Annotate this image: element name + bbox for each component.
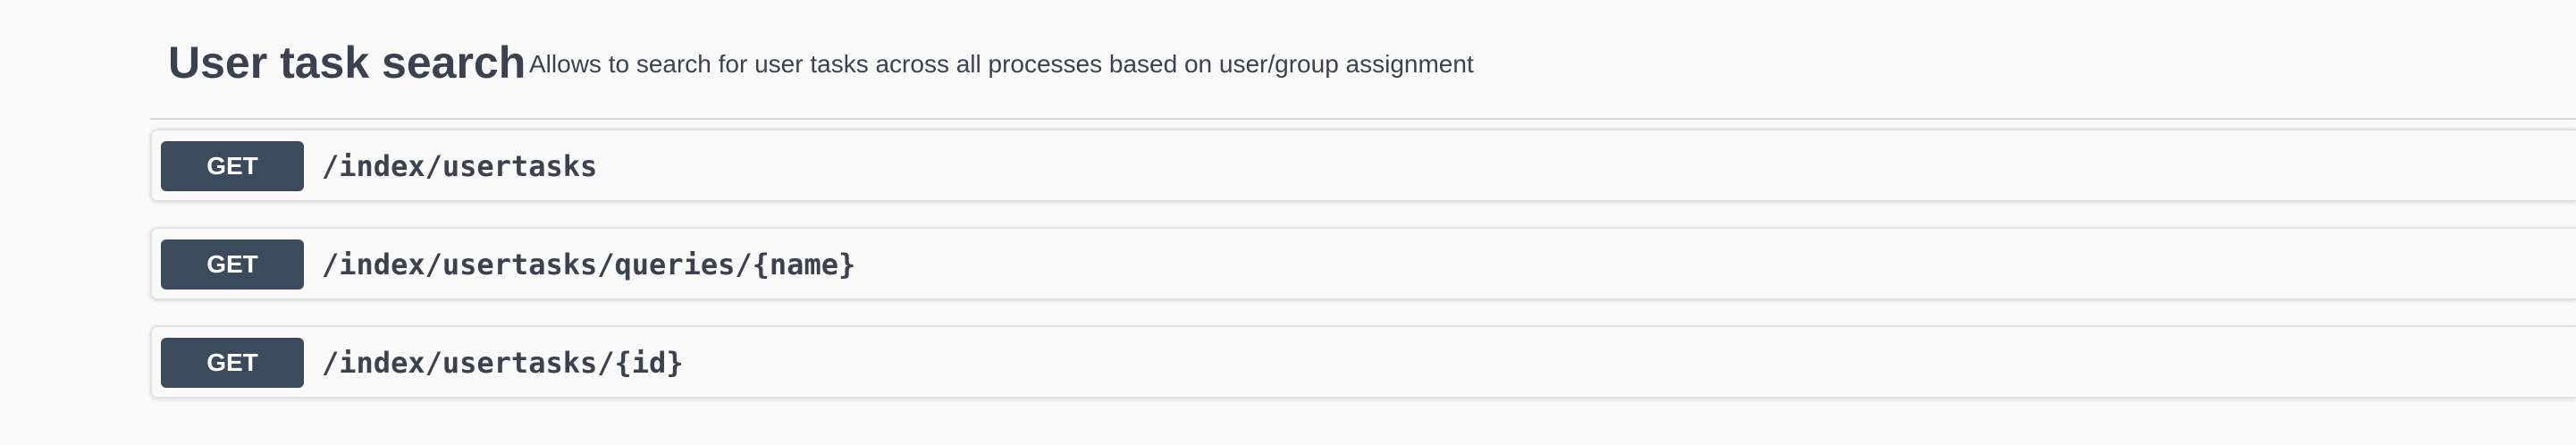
tag-header[interactable]: User task search Allows to search for us… [150,0,2576,120]
operation-get-usertasks[interactable]: GET /index/usertasks [150,129,2576,202]
method-badge: GET [161,239,304,290]
operation-get-usertasks-query[interactable]: GET /index/usertasks/queries/{name} [150,227,2576,300]
tag-title: User task search [168,38,526,88]
operation-path: /index/usertasks [322,149,598,183]
api-tag-section: User task search Allows to search for us… [0,0,2576,445]
tag-description: Allows to search for user tasks across a… [529,50,1474,78]
operation-get-usertask-by-id[interactable]: GET /index/usertasks/{id} [150,325,2576,399]
method-badge: GET [161,338,304,388]
method-badge: GET [161,141,304,191]
operation-path: /index/usertasks/queries/{name} [322,248,856,281]
operation-path: /index/usertasks/{id} [322,346,684,380]
